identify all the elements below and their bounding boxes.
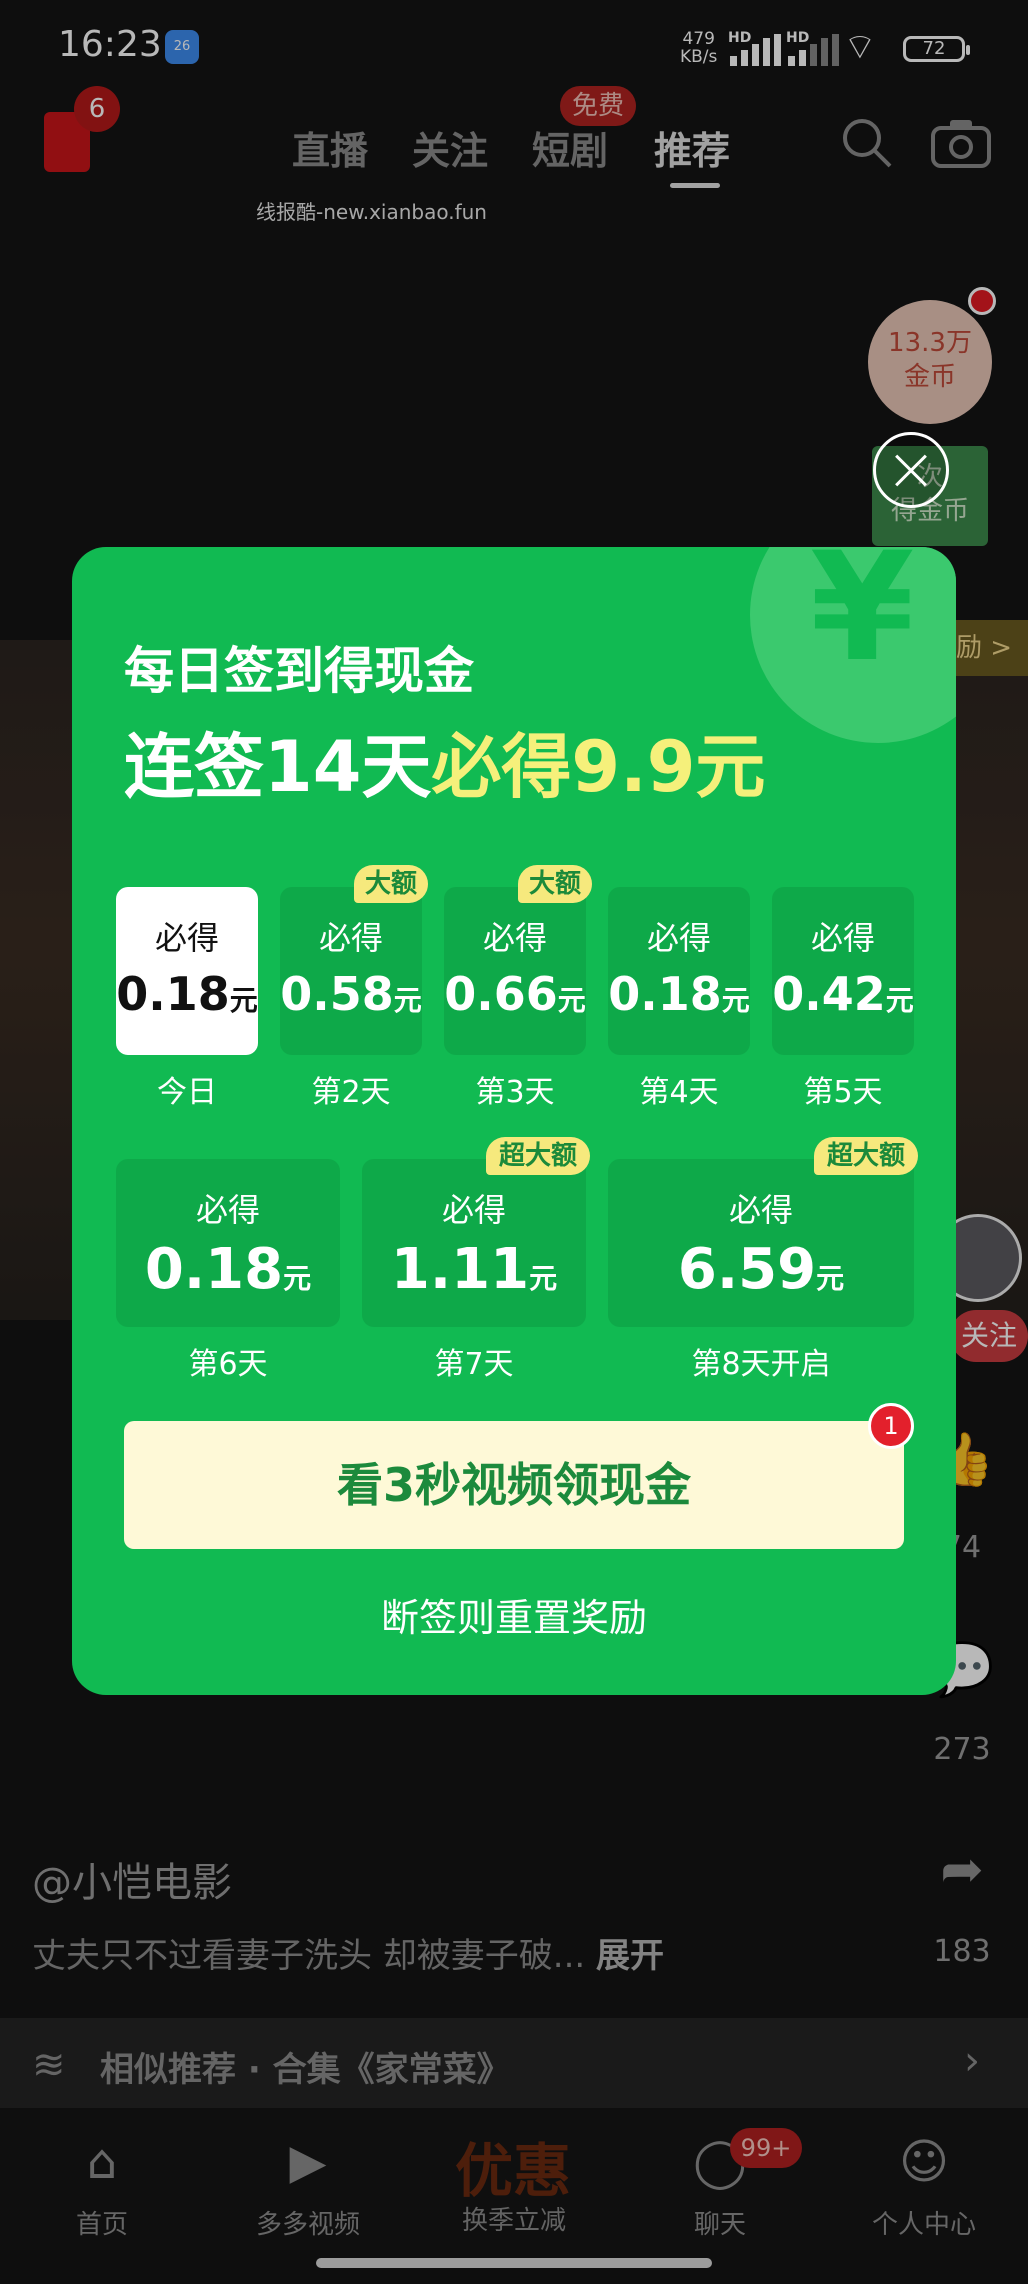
reward-card-day7[interactable]: 必得 1.11元 xyxy=(362,1159,586,1327)
card-value: 0.42元 xyxy=(772,967,914,1021)
card-value: 1.11元 xyxy=(362,1237,586,1302)
bonus-tag: 大额 xyxy=(518,865,592,903)
card-unit: 元 xyxy=(721,984,750,1017)
reward-card-day8[interactable]: 必得 6.59元 xyxy=(608,1159,914,1327)
headline-highlight: 必得9.9元 xyxy=(431,726,766,808)
card-amount: 1.11 xyxy=(390,1237,530,1302)
card-label: 必得 xyxy=(810,919,875,957)
card-label: 必得 xyxy=(154,919,219,957)
card-label: 必得 xyxy=(646,919,711,957)
popup-title: 每日签到得现金 xyxy=(124,642,474,700)
reward-card-day6[interactable]: 必得 0.18元 xyxy=(116,1159,340,1327)
day-label: 第2天 xyxy=(311,1075,391,1110)
day-label: 第7天 xyxy=(434,1347,514,1382)
day-label: 第3天 xyxy=(475,1075,555,1110)
card-unit: 元 xyxy=(529,1262,558,1295)
card-label: 必得 xyxy=(728,1191,793,1229)
card-amount: 0.42 xyxy=(772,967,886,1021)
day-label: 第4天 xyxy=(639,1075,719,1110)
card-amount: 0.66 xyxy=(444,967,558,1021)
reset-note: 断签则重置奖励 xyxy=(380,1596,647,1640)
card-value: 0.58元 xyxy=(280,967,422,1021)
card-label: 必得 xyxy=(318,919,383,957)
card-amount: 0.58 xyxy=(280,967,394,1021)
bonus-tag: 超大额 xyxy=(814,1137,918,1175)
card-label: 必得 xyxy=(195,1191,260,1229)
card-unit: 元 xyxy=(283,1262,312,1295)
card-amount: 0.18 xyxy=(144,1237,284,1302)
card-value: 0.18元 xyxy=(608,967,750,1021)
reward-card-day4[interactable]: 必得 0.18元 xyxy=(608,887,750,1055)
card-unit: 元 xyxy=(229,984,258,1017)
card-value: 0.66元 xyxy=(444,967,586,1021)
day-label: 第8天开启 xyxy=(691,1347,831,1382)
card-amount: 0.18 xyxy=(116,967,230,1021)
card-unit: 元 xyxy=(393,984,422,1017)
card-label: 必得 xyxy=(441,1191,506,1229)
card-unit: 元 xyxy=(557,984,586,1017)
headline-prefix: 连签14天 xyxy=(124,726,432,808)
watch-video-claim-button[interactable]: 看3秒视频领现金 xyxy=(124,1421,904,1549)
day-label: 今日 xyxy=(157,1075,217,1110)
card-value: 0.18元 xyxy=(116,1237,340,1302)
cta-notification-badge: 1 xyxy=(868,1403,914,1449)
day-label: 第6天 xyxy=(188,1347,268,1382)
card-unit: 元 xyxy=(816,1262,845,1295)
yen-icon: ¥ xyxy=(810,547,915,695)
card-amount: 6.59 xyxy=(677,1237,817,1302)
card-unit: 元 xyxy=(885,984,914,1017)
close-button[interactable] xyxy=(873,432,949,508)
reward-card-day5[interactable]: 必得 0.42元 xyxy=(772,887,914,1055)
reward-card-day2[interactable]: 必得 0.58元 xyxy=(280,887,422,1055)
card-label: 必得 xyxy=(482,919,547,957)
card-amount: 0.18 xyxy=(608,967,722,1021)
daily-checkin-popup: ¥ 每日签到得现金 连签14天必得9.9元 必得 0.18元 今日 必得 0.5… xyxy=(72,547,956,1695)
card-value: 0.18元 xyxy=(116,967,258,1021)
bonus-tag: 超大额 xyxy=(486,1137,590,1175)
reward-card-day1[interactable]: 必得 0.18元 xyxy=(116,887,258,1055)
reward-card-day3[interactable]: 必得 0.66元 xyxy=(444,887,586,1055)
bonus-tag: 大额 xyxy=(354,865,428,903)
card-value: 6.59元 xyxy=(608,1237,914,1302)
popup-headline: 连签14天必得9.9元 xyxy=(124,711,765,812)
day-label: 第5天 xyxy=(803,1075,883,1110)
